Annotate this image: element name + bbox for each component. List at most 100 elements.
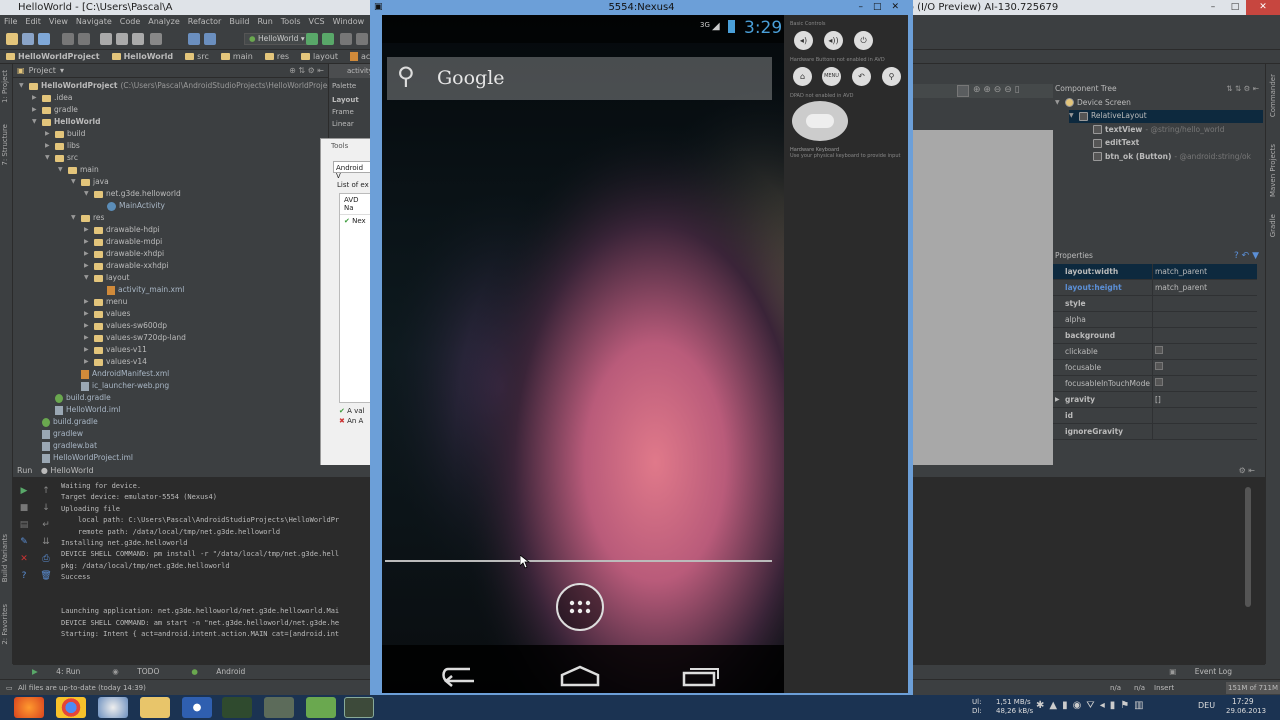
- chevron-right-icon[interactable]: ▶: [84, 344, 91, 356]
- stop-icon[interactable]: ■: [17, 500, 31, 517]
- chevron-right-icon[interactable]: ▶: [84, 320, 91, 332]
- thunderbird-icon[interactable]: [98, 697, 128, 718]
- emulator-window-buttons[interactable]: –□✕: [858, 0, 909, 15]
- dpad-center[interactable]: [806, 114, 834, 128]
- memory-indicator[interactable]: 151M of 711M: [1226, 682, 1280, 694]
- menu-item[interactable]: Refactor: [184, 15, 226, 28]
- redo-icon[interactable]: [78, 33, 90, 45]
- console-scrollbar[interactable]: [1245, 487, 1251, 607]
- forward-icon[interactable]: [204, 33, 216, 45]
- down-icon[interactable]: ↓: [39, 500, 53, 517]
- language-indicator[interactable]: DEU: [1198, 701, 1215, 710]
- chevron-right-icon[interactable]: ▶: [1055, 396, 1060, 403]
- menu-hw-button[interactable]: MENU: [822, 67, 841, 86]
- chevron-right-icon[interactable]: ▶: [84, 356, 91, 368]
- android-tool-tab[interactable]: ● Android: [175, 665, 261, 679]
- checkbox-icon[interactable]: [1155, 361, 1163, 370]
- tree-node[interactable]: ▶ libs: [45, 140, 80, 152]
- chevron-down-icon[interactable]: ▼: [71, 212, 78, 224]
- debug-icon[interactable]: [322, 33, 334, 45]
- tree-node[interactable]: ▼ java: [71, 176, 109, 188]
- open-icon[interactable]: [6, 33, 18, 45]
- structure-tool-tab[interactable]: 7: Structure: [1, 124, 9, 166]
- chevron-right-icon[interactable]: ▶: [32, 92, 39, 104]
- back-hw-icon[interactable]: ↶: [852, 67, 871, 86]
- tree-node[interactable]: ▼ net.g3de.helloworld: [84, 188, 181, 200]
- chrome-icon[interactable]: [56, 697, 86, 718]
- android-studio-icon[interactable]: [222, 697, 252, 718]
- property-row[interactable]: id: [1053, 407, 1257, 424]
- property-value[interactable]: []: [1153, 392, 1161, 408]
- chevron-down-icon[interactable]: ▼: [84, 272, 91, 284]
- gear-icon[interactable]: ⚙ ⇤: [1239, 465, 1255, 477]
- tree-node[interactable]: ic_launcher-web.png: [71, 380, 169, 392]
- device-screen[interactable]: 3G ◢ 3:29 ⚲ Google: [382, 15, 784, 693]
- chevron-right-icon[interactable]: ▶: [84, 248, 91, 260]
- tree-node[interactable]: HelloWorld.iml: [45, 404, 120, 416]
- tree-node[interactable]: ▶ drawable-mdpi: [84, 236, 162, 248]
- tree-node[interactable]: ▼ res: [71, 212, 104, 224]
- find-icon[interactable]: [150, 33, 162, 45]
- tree-node[interactable]: AndroidManifest.xml: [71, 368, 169, 380]
- status-insert[interactable]: Insert: [1154, 680, 1174, 696]
- menu-item[interactable]: View: [45, 15, 72, 28]
- close-icon[interactable]: ✕: [1246, 0, 1280, 15]
- tree-node[interactable]: ▶ gradle: [32, 104, 78, 116]
- chevron-down-icon[interactable]: ▼: [32, 116, 39, 128]
- property-value[interactable]: match_parent: [1153, 280, 1207, 296]
- tree-node[interactable]: ▶ drawable-hdpi: [84, 224, 160, 236]
- wrap-icon[interactable]: ↵: [39, 517, 53, 534]
- explorer-icon[interactable]: [140, 697, 170, 718]
- property-row[interactable]: focusableInTouchMode: [1053, 375, 1257, 392]
- designer-canvas[interactable]: [913, 130, 1053, 465]
- avd-column-header[interactable]: AVD Na: [340, 194, 370, 215]
- back-icon[interactable]: [188, 33, 200, 45]
- breadcrumb-item[interactable]: res: [259, 52, 295, 61]
- component-node[interactable]: textView - @string/hello_world: [1083, 123, 1225, 136]
- avd-row[interactable]: ✔ Nex: [340, 215, 370, 227]
- tree-node[interactable]: build.gradle: [45, 392, 111, 404]
- tree-node[interactable]: ▶ drawable-xhdpi: [84, 248, 164, 260]
- chevron-right-icon[interactable]: ▶: [84, 308, 91, 320]
- settings-icon[interactable]: [356, 33, 368, 45]
- menu-item[interactable]: Code: [116, 15, 144, 28]
- menu-item[interactable]: Window: [329, 15, 369, 28]
- chevron-down-icon[interactable]: ▼: [1069, 110, 1076, 122]
- breadcrumb-item[interactable]: HelloWorld: [106, 52, 180, 61]
- maven-tool-tab[interactable]: Maven Projects: [1269, 144, 1277, 197]
- volume-down-icon[interactable]: ◂): [794, 31, 813, 50]
- favorites-tool-tab[interactable]: 2: Favorites: [1, 604, 9, 645]
- menu-item[interactable]: File: [0, 15, 21, 28]
- tree-node[interactable]: ▼ main: [58, 164, 99, 176]
- help-icon[interactable]: ?: [17, 568, 31, 585]
- chevron-down-icon[interactable]: ▼: [45, 152, 52, 164]
- cut-icon[interactable]: [100, 33, 112, 45]
- close-icon[interactable]: ✕: [17, 551, 31, 568]
- build-variants-tool-tab[interactable]: Build Variants: [1, 534, 9, 582]
- chevron-right-icon[interactable]: ▶: [84, 224, 91, 236]
- breadcrumb-item[interactable]: src: [179, 52, 215, 61]
- pin-icon[interactable]: ✎: [17, 534, 31, 551]
- app-drawer-button[interactable]: [556, 583, 604, 631]
- copy-icon[interactable]: [116, 33, 128, 45]
- chevron-down-icon[interactable]: ▼: [84, 188, 91, 200]
- tree-node[interactable]: ▶ build: [45, 128, 85, 140]
- home-hw-icon[interactable]: ⌂: [793, 67, 812, 86]
- run-icon[interactable]: [306, 33, 318, 45]
- clock-time[interactable]: 17:29: [1232, 697, 1254, 706]
- property-checkbox[interactable]: [1153, 376, 1163, 392]
- tree-node[interactable]: ▶ drawable-xxhdpi: [84, 260, 169, 272]
- recents-nav-icon[interactable]: [680, 665, 720, 687]
- tree-node[interactable]: HelloWorldProject.iml: [32, 452, 133, 464]
- project-tool-tab[interactable]: 1: Project: [1, 70, 9, 103]
- trash-icon[interactable]: 🗑: [39, 568, 53, 585]
- attach-icon[interactable]: [340, 33, 352, 45]
- print-icon[interactable]: ⎙: [39, 551, 53, 568]
- palette-item[interactable]: Linear: [332, 118, 370, 130]
- project-panel-title[interactable]: Project: [29, 66, 56, 75]
- download-icon[interactable]: [306, 697, 336, 718]
- restore-icon[interactable]: ▤: [17, 517, 31, 534]
- palette-item[interactable]: Frame: [332, 106, 370, 118]
- component-node[interactable]: ▼ Device Screen: [1055, 96, 1131, 109]
- commander-tool-tab[interactable]: Commander: [1269, 74, 1277, 117]
